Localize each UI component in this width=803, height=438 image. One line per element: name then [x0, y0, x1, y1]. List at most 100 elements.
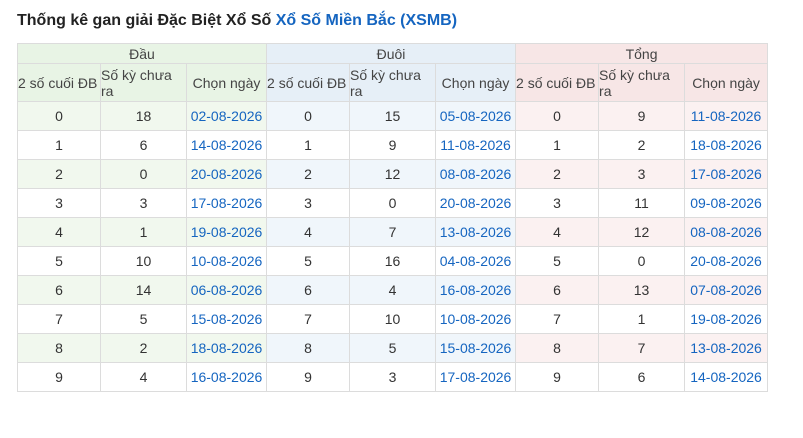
- tong-date-cell: 14-08-2026: [684, 362, 769, 392]
- tong-number-cell: 4: [515, 217, 600, 247]
- table-row: 3 3 17-08-2026 3 0 20-08-2026 3 11 09-08-2026: [17, 188, 769, 218]
- table-row: 1 6 14-08-2026 1 9 11-08-2026 1 2 18-08-2026: [17, 130, 769, 160]
- column-header-row: 2 số cuối ĐB Số kỳ chưa ra Chọn ngày 2 s…: [17, 63, 769, 102]
- dau-date-cell: 17-08-2026: [185, 188, 268, 218]
- tong-number-cell: 7: [515, 304, 600, 334]
- tong-date-link[interactable]: 14-08-2026: [690, 369, 762, 385]
- dau-date-cell: 15-08-2026: [185, 304, 268, 334]
- duoi-count-cell: 10: [349, 304, 437, 334]
- duoi-count-cell: 7: [349, 217, 437, 247]
- tong-date-cell: 20-08-2026: [684, 246, 769, 276]
- duoi-date-link[interactable]: 05-08-2026: [440, 108, 512, 124]
- dau-date-link[interactable]: 16-08-2026: [191, 369, 263, 385]
- tong-count-cell: 11: [598, 188, 686, 218]
- col-header-choose-date: Chọn ngày: [684, 63, 769, 102]
- xsmb-link[interactable]: Xổ Số Miền Bắc (XSMB): [276, 12, 457, 29]
- dau-count-cell: 18: [100, 101, 187, 131]
- duoi-number-cell: 6: [266, 275, 351, 305]
- dau-count-cell: 6: [100, 130, 187, 160]
- duoi-date-link[interactable]: 20-08-2026: [440, 195, 512, 211]
- dau-number-cell: 8: [17, 333, 101, 363]
- tong-count-cell: 9: [598, 101, 686, 131]
- col-header-last-two-digits: 2 số cuối ĐB: [266, 63, 351, 102]
- title-text: Thống kê gan giải Đặc Biệt Xổ Số: [17, 12, 276, 29]
- tong-date-cell: 18-08-2026: [684, 130, 769, 160]
- tong-date-link[interactable]: 13-08-2026: [690, 340, 762, 356]
- dau-date-link[interactable]: 20-08-2026: [191, 166, 263, 182]
- duoi-date-cell: 15-08-2026: [435, 333, 517, 363]
- dau-date-link[interactable]: 15-08-2026: [191, 311, 263, 327]
- duoi-number-cell: 3: [266, 188, 351, 218]
- col-header-last-two-digits: 2 số cuối ĐB: [17, 63, 101, 102]
- tong-date-link[interactable]: 08-08-2026: [690, 224, 762, 240]
- duoi-count-cell: 0: [349, 188, 437, 218]
- duoi-date-link[interactable]: 13-08-2026: [440, 224, 512, 240]
- group-header-dau: Đầu: [16, 43, 268, 64]
- dau-date-cell: 19-08-2026: [185, 217, 268, 247]
- dau-date-link[interactable]: 06-08-2026: [191, 282, 263, 298]
- duoi-date-cell: 13-08-2026: [435, 217, 517, 247]
- dau-date-link[interactable]: 10-08-2026: [191, 253, 263, 269]
- duoi-date-cell: 05-08-2026: [435, 101, 517, 131]
- dau-number-cell: 0: [17, 101, 101, 131]
- duoi-date-link[interactable]: 11-08-2026: [440, 137, 511, 153]
- dau-number-cell: 3: [17, 188, 101, 218]
- table-row: 6 14 06-08-2026 6 4 16-08-2026 6 13 07-08-2026: [17, 275, 769, 305]
- duoi-number-cell: 7: [266, 304, 351, 334]
- tong-date-link[interactable]: 19-08-2026: [690, 311, 762, 327]
- tong-date-link[interactable]: 07-08-2026: [690, 282, 762, 298]
- dau-date-link[interactable]: 18-08-2026: [191, 340, 263, 356]
- dau-number-cell: 7: [17, 304, 101, 334]
- duoi-date-link[interactable]: 16-08-2026: [440, 282, 512, 298]
- tong-number-cell: 6: [515, 275, 600, 305]
- tong-number-cell: 9: [515, 362, 600, 392]
- page-title: Thống kê gan giải Đặc Biệt Xổ Số Xổ Số M…: [17, 12, 457, 30]
- tong-date-cell: 11-08-2026: [684, 101, 769, 131]
- group-header-row: Đầu Đuôi Tổng: [16, 43, 769, 64]
- col-header-draws-missing: Số kỳ chưa ra: [100, 63, 187, 102]
- duoi-date-link[interactable]: 04-08-2026: [440, 253, 512, 269]
- duoi-count-cell: 9: [349, 130, 437, 160]
- group-header-tong: Tổng: [515, 43, 769, 64]
- dau-date-link[interactable]: 14-08-2026: [191, 137, 263, 153]
- tong-date-link[interactable]: 18-08-2026: [690, 137, 762, 153]
- duoi-date-link[interactable]: 17-08-2026: [440, 369, 512, 385]
- duoi-count-cell: 4: [349, 275, 437, 305]
- tong-number-cell: 0: [515, 101, 600, 131]
- dau-count-cell: 1: [100, 217, 187, 247]
- duoi-count-cell: 5: [349, 333, 437, 363]
- duoi-date-link[interactable]: 10-08-2026: [440, 311, 512, 327]
- tong-date-cell: 17-08-2026: [684, 159, 769, 189]
- tong-date-link[interactable]: 20-08-2026: [690, 253, 762, 269]
- duoi-date-cell: 04-08-2026: [435, 246, 517, 276]
- group-header-duoi: Đuôi: [266, 43, 517, 64]
- duoi-count-cell: 15: [349, 101, 437, 131]
- tong-count-cell: 6: [598, 362, 686, 392]
- dau-count-cell: 0: [100, 159, 187, 189]
- dau-count-cell: 10: [100, 246, 187, 276]
- col-header-draws-missing: Số kỳ chưa ra: [598, 63, 686, 102]
- tong-date-cell: 07-08-2026: [684, 275, 769, 305]
- dau-date-link[interactable]: 17-08-2026: [191, 195, 263, 211]
- tong-date-link[interactable]: 17-08-2026: [690, 166, 762, 182]
- table-row: 4 1 19-08-2026 4 7 13-08-2026 4 12 08-08-2026: [17, 217, 769, 247]
- duoi-count-cell: 3: [349, 362, 437, 392]
- duoi-number-cell: 2: [266, 159, 351, 189]
- dau-date-link[interactable]: 19-08-2026: [191, 224, 263, 240]
- tong-date-link[interactable]: 09-08-2026: [690, 195, 762, 211]
- duoi-number-cell: 1: [266, 130, 351, 160]
- tong-date-link[interactable]: 11-08-2026: [691, 108, 762, 124]
- table-row: 9 4 16-08-2026 9 3 17-08-2026 9 6 14-08-2026: [17, 362, 769, 392]
- dau-number-cell: 2: [17, 159, 101, 189]
- duoi-count-cell: 16: [349, 246, 437, 276]
- tong-count-cell: 0: [598, 246, 686, 276]
- dau-date-link[interactable]: 02-08-2026: [191, 108, 263, 124]
- duoi-number-cell: 4: [266, 217, 351, 247]
- tong-date-cell: 08-08-2026: [684, 217, 769, 247]
- dau-count-cell: 14: [100, 275, 187, 305]
- duoi-date-link[interactable]: 15-08-2026: [440, 340, 512, 356]
- duoi-date-link[interactable]: 08-08-2026: [440, 166, 512, 182]
- dau-date-cell: 14-08-2026: [185, 130, 268, 160]
- duoi-count-cell: 12: [349, 159, 437, 189]
- duoi-date-cell: 20-08-2026: [435, 188, 517, 218]
